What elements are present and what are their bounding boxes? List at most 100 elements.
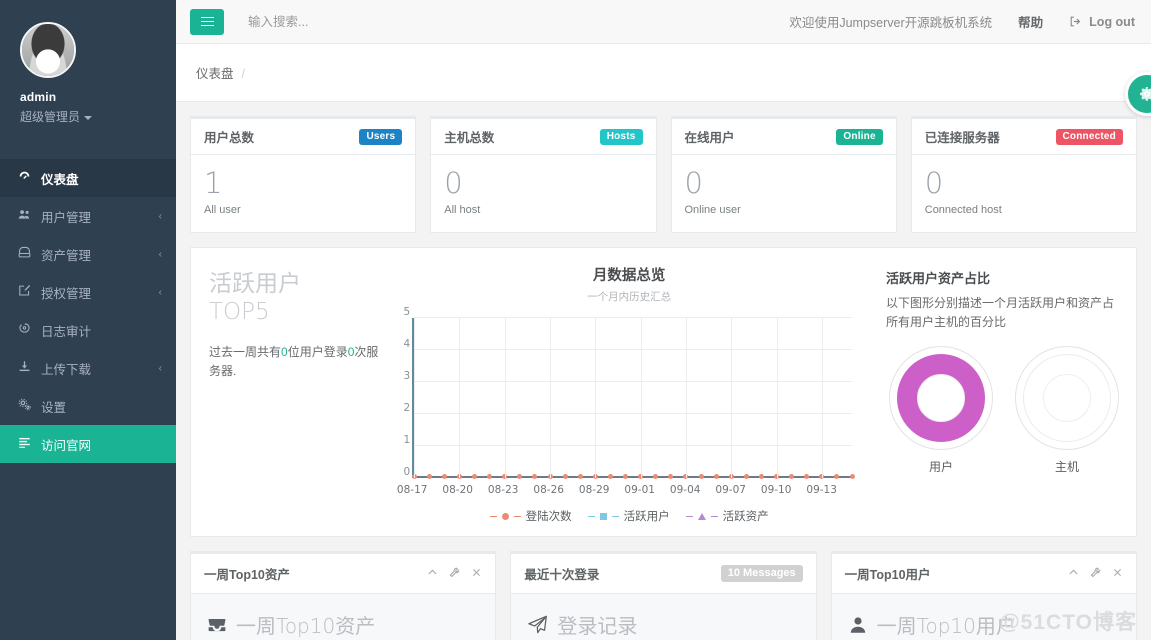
chart-x-tick: 09-01: [624, 484, 655, 497]
status-badge: Online: [836, 128, 883, 145]
chart-gridline-v: [414, 318, 416, 479]
chart-y-axis: 0 1 2 3 4 5: [396, 306, 411, 478]
panel-tools: [427, 567, 482, 581]
sidebar-item-6[interactable]: 设置: [0, 387, 176, 425]
sidebar-item-label: 授权管理: [41, 286, 92, 301]
chart-x-axis: 08-17 08-20 08-23 08-26 08-29 09-01 09-04 09-07…: [397, 484, 852, 498]
chevron-up-icon[interactable]: [427, 567, 438, 581]
legend-marker-square: [599, 512, 607, 520]
dashboard-scroll-area[interactable]: 用户总数 Users 1 All user 主机总数 Hosts 0 All host 在线用户…: [176, 102, 1151, 640]
search-input[interactable]: [246, 13, 506, 30]
wrench-icon[interactable]: [1090, 567, 1101, 581]
sign-out-icon: [1069, 15, 1082, 28]
donut-cell-1: 主机: [1012, 345, 1122, 475]
chart-gridline-h: [414, 317, 852, 319]
logout-button[interactable]: Log out: [1069, 15, 1135, 29]
legend-item-1[interactable]: 活跃用户: [587, 508, 670, 524]
profile-role[interactable]: 超级管理员: [20, 108, 156, 125]
panel-header: 最近十次登录 10 Messages: [511, 554, 816, 595]
hamburger-icon[interactable]: [190, 8, 224, 35]
top5-heading: 活跃用户 TOP5: [209, 270, 386, 326]
chart-y-tick: 2: [403, 402, 411, 415]
chart-gridline-v: [504, 318, 506, 479]
chart-point: [849, 474, 855, 480]
bottom-panels-row: 一周Top10资产一周Top10资产●登录次数及最近一次登录记录. 最近十次登录 1…: [176, 537, 1151, 640]
profile-block[interactable]: admin 超级管理员: [0, 0, 176, 145]
chart-legend: 登陆次数 活跃用户 活跃资产: [390, 508, 868, 524]
sidebar-item-5[interactable]: 上传下载 ‹: [0, 349, 176, 387]
bottom-panel-0: 一周Top10资产一周Top10资产●登录次数及最近一次登录记录.: [190, 551, 497, 640]
chart-point: [532, 474, 538, 480]
stat-card-header: 在线用户 Online: [671, 119, 896, 155]
panel-title: 最近十次登录: [524, 568, 600, 583]
donut-section-title: 活跃用户资产占比: [886, 271, 991, 287]
chart-gridline-v: [731, 318, 733, 479]
sidebar-item-0[interactable]: 仪表盘: [0, 159, 176, 197]
topbar-right: 欢迎使用Jumpserver开源跳板机系统 帮助 Log out: [789, 12, 1151, 31]
top5-desc-pre: 过去一周共有: [209, 344, 282, 359]
chart-x-tick: 08-23: [487, 484, 519, 497]
sidebar-item-label: 资产管理: [41, 248, 92, 263]
chart-point: [653, 474, 659, 480]
chart-y-tick: 4: [403, 338, 411, 351]
chart-gridline-h: [414, 381, 852, 383]
chart-gridline-v: [550, 318, 552, 479]
chart-data-points: [411, 474, 855, 480]
chart-point: [758, 474, 764, 480]
close-icon[interactable]: [1112, 567, 1123, 581]
users-icon: [18, 208, 35, 224]
chart-y-tick: 0: [403, 466, 411, 479]
breadcrumb: 仪表盘 /: [196, 63, 245, 82]
chart-x-tick: 09-04: [669, 484, 701, 497]
website-icon: [18, 436, 35, 452]
sidebar: admin 超级管理员 仪表盘 用户管理 ‹ 资产管理 ‹ 授权管理 ‹ 日志审计 上传下载 ‹ 设…: [0, 0, 176, 640]
stat-card-header: 主机总数 Hosts: [431, 119, 656, 155]
close-icon[interactable]: [471, 567, 482, 581]
chart-x-tick: 09-10: [760, 484, 792, 497]
top5-block: 活跃用户 TOP5 过去一周共有0位用户登录0次服务器.: [191, 262, 390, 536]
chart-point: [487, 474, 493, 480]
stat-card-1: 主机总数 Hosts 0 All host: [430, 116, 657, 234]
chart-point: [562, 474, 568, 480]
legend-dash: [587, 515, 595, 518]
chevron-up-icon[interactable]: [1068, 567, 1079, 581]
assets-icon: [18, 246, 35, 262]
legend-item-2[interactable]: 活跃资产: [685, 508, 769, 524]
panel-header: 一周Top10用户: [831, 554, 1136, 595]
logout-label: Log out: [1089, 14, 1135, 29]
chart-point: [789, 474, 795, 480]
chart-point: [713, 474, 719, 480]
sidebar-item-1[interactable]: 用户管理 ‹: [0, 197, 176, 235]
chevron-left-icon: ‹: [158, 248, 162, 260]
sidebar-item-4[interactable]: 日志审计: [0, 311, 176, 349]
top5-heading-line2: TOP5: [209, 299, 270, 326]
stat-card-body: 0 Online user: [672, 155, 896, 232]
overview-panel: 活跃用户 TOP5 过去一周共有0位用户登录0次服务器. 月数据总览 一个月内历…: [190, 247, 1137, 538]
wrench-icon[interactable]: [449, 567, 460, 581]
sidebar-item-7[interactable]: 访问官网: [0, 425, 176, 463]
chart-point: [607, 474, 613, 480]
user-icon: [848, 615, 868, 635]
panel-header: 一周Top10资产: [191, 554, 496, 595]
help-link[interactable]: 帮助: [1018, 12, 1043, 31]
chart-point: [834, 474, 840, 480]
status-badge: Connected: [1055, 128, 1123, 145]
sidebar-item-2[interactable]: 资产管理 ‹: [0, 235, 176, 273]
paper-plane-icon: [527, 614, 548, 635]
panel-body-title: 一周Top10资产: [236, 614, 376, 639]
avatar-image: [22, 24, 74, 76]
legend-item-0[interactable]: 登陆次数: [489, 508, 572, 524]
chart-gridline-v: [640, 318, 642, 479]
avatar[interactable]: [20, 22, 76, 78]
breadcrumb-current[interactable]: 仪表盘: [196, 67, 234, 81]
gear-icon: [18, 398, 35, 414]
panel-title: 一周Top10资产: [204, 568, 290, 583]
donut-section-desc: 以下图形分别描述一个月活跃用户和资产占所有用户主机的百分比: [886, 296, 1115, 330]
sidebar-item-label: 设置: [41, 400, 67, 415]
stat-card-value: 0: [924, 166, 944, 200]
chart-point: [623, 474, 629, 480]
stat-card-value: 1: [204, 166, 223, 200]
sidebar-item-3[interactable]: 授权管理 ‹: [0, 273, 176, 311]
chart-y-tick: 5: [403, 306, 411, 319]
chart-point: [426, 474, 432, 480]
